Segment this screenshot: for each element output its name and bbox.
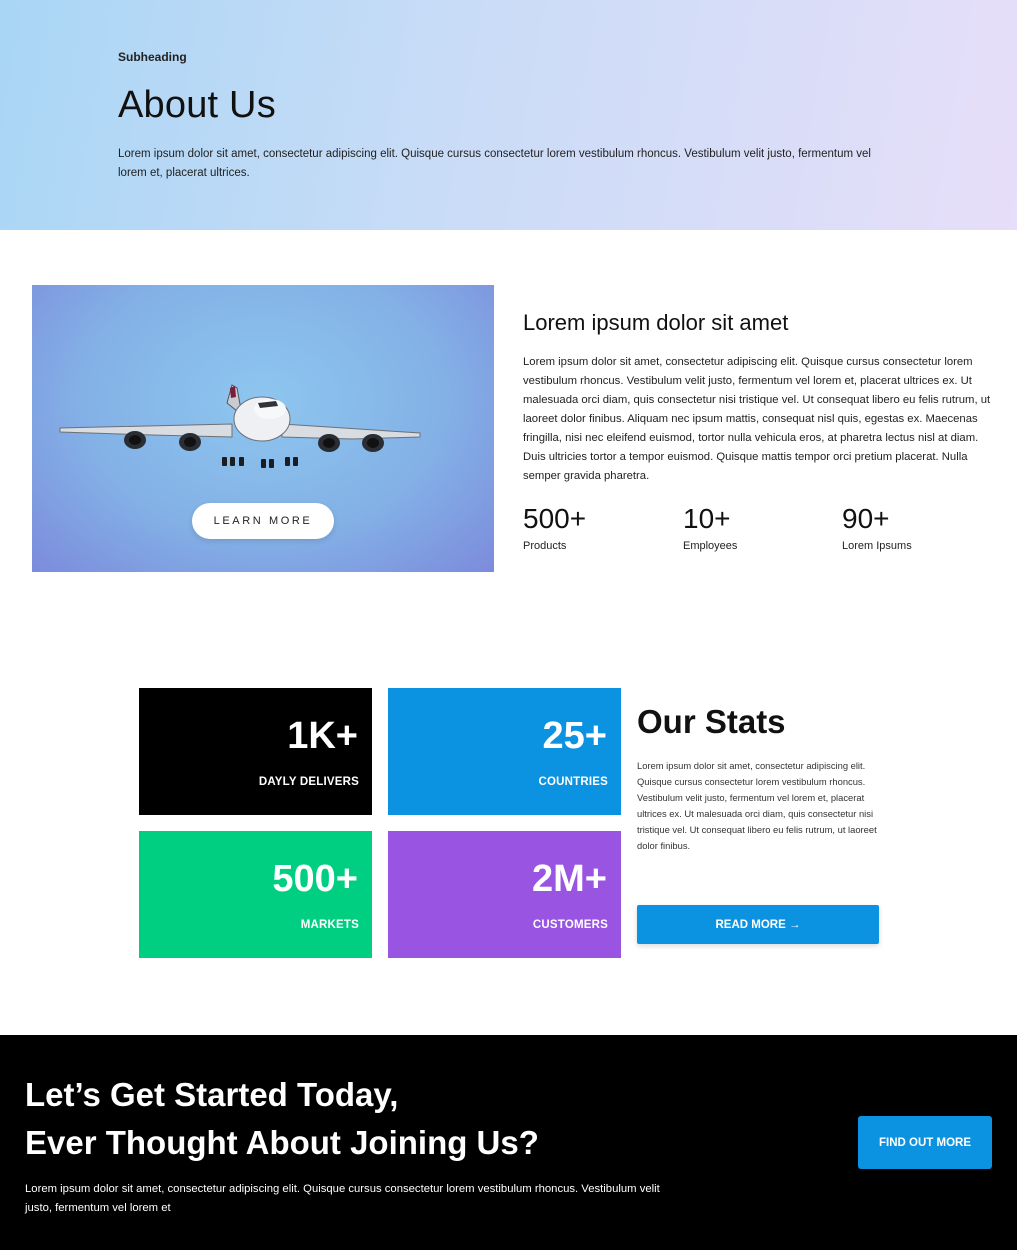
read-more-button[interactable]: READ MORE → (637, 905, 879, 944)
stat-box-value: 1K+ (287, 715, 358, 757)
hero-description: Lorem ipsum dolor sit amet, consectetur … (118, 148, 871, 179)
about-hero: Subheading About Us Lorem ipsum dolor si… (0, 0, 1017, 230)
stat-box-deliveries: 1K+ DAYLY DELIVERS (139, 688, 372, 815)
stats-description: Lorem ipsum dolor sit amet, consectetur … (637, 760, 877, 851)
cta-title-line-2: Ever Thought About Joining Us? (25, 1124, 539, 1161)
cta-title-line-1: Let’s Get Started Today, (25, 1076, 399, 1113)
stat-value: 90+ (842, 503, 890, 534)
stat-box-markets: 500+ MARKETS (139, 831, 372, 958)
cta-section: Let’s Get Started Today, Ever Thought Ab… (0, 1035, 1017, 1250)
stat-box-label: CUSTOMERS (532, 919, 608, 931)
stat-box-countries: 25+ COUNTRIES (388, 688, 621, 815)
stat-label: Employees (683, 540, 738, 552)
hero-subheading: Subheading (118, 50, 187, 64)
about-heading: Lorem ipsum dolor sit amet (523, 310, 789, 335)
stat-box-label: MARKETS (300, 919, 359, 931)
stat-box-value: 2M+ (532, 858, 607, 900)
find-out-more-button[interactable]: FIND OUT MORE (858, 1116, 992, 1169)
stat-lorem-ipsums: 90+ Lorem Ipsums (842, 502, 912, 552)
stat-employees: 10+ Employees (683, 502, 737, 552)
stat-box-value: 500+ (272, 858, 358, 900)
stats-heading: Our Stats (637, 703, 786, 740)
stat-value: 10+ (683, 503, 731, 534)
stat-products: 500+ Products (523, 502, 586, 552)
stat-box-value: 25+ (542, 715, 607, 757)
learn-more-button[interactable]: LEARN MORE (192, 503, 334, 539)
cta-title: Let’s Get Started Today, Ever Thought Ab… (25, 1071, 539, 1167)
page-title: About Us (118, 84, 276, 126)
about-description: Lorem ipsum dolor sit amet, consectetur … (523, 356, 991, 482)
stat-label: Lorem Ipsums (842, 540, 912, 552)
stat-label: Products (523, 540, 567, 552)
stat-box-label: COUNTRIES (538, 776, 608, 788)
stat-box-label: DAYLY DELIVERS (258, 776, 359, 788)
stat-box-customers: 2M+ CUSTOMERS (388, 831, 621, 958)
stat-value: 500+ (523, 503, 587, 534)
cta-description: Lorem ipsum dolor sit amet, consectetur … (25, 1183, 660, 1214)
